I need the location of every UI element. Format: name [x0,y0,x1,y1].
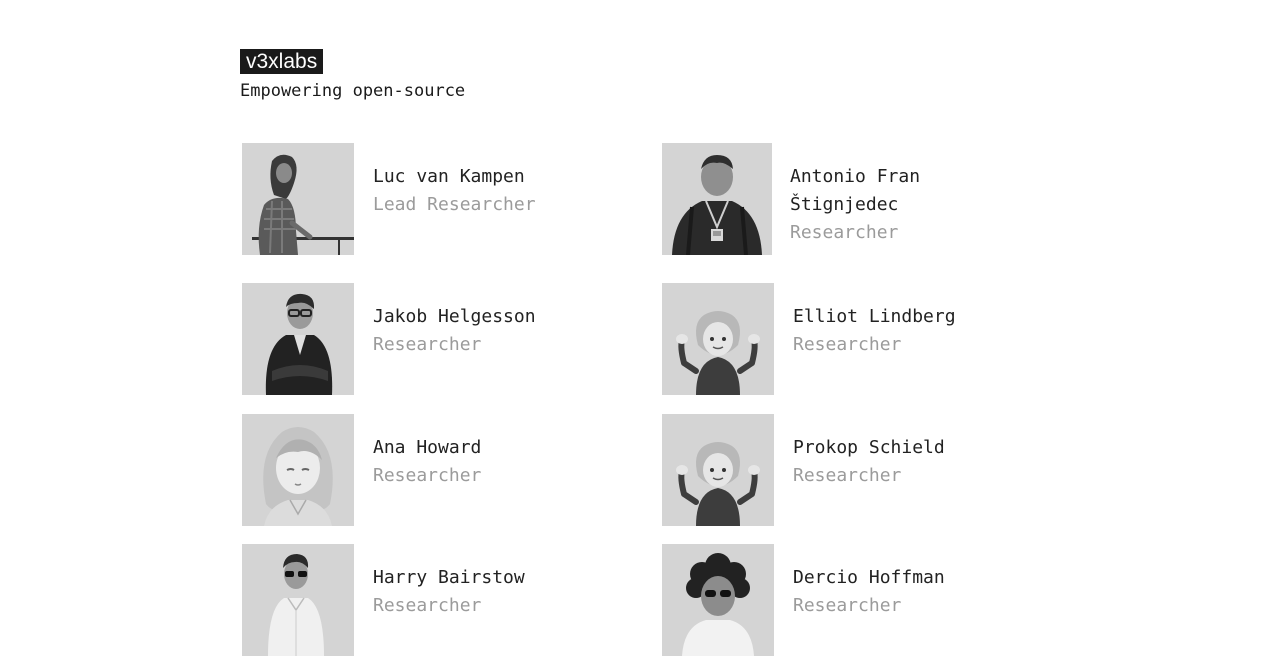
member-role: Researcher [790,222,899,243]
member-photo [242,283,354,395]
member-photo [242,414,354,526]
member-role: Researcher [373,465,482,486]
member-photo [662,143,772,255]
brand-logo[interactable]: v3xlabs [240,49,324,74]
member-role: Lead Researcher [373,194,536,215]
member-role: Researcher [373,595,482,616]
member-name: Prokop Schield [793,437,945,458]
member-name: Jakob Helgesson [373,306,536,327]
member-photo [242,143,354,255]
member-name: Harry Bairstow [373,567,525,588]
member-photo [662,283,774,395]
member-role: Researcher [793,595,902,616]
member-name: Antonio Fran Štignjedec [790,166,921,215]
tagline: Empowering open-source [240,81,466,101]
member-photo [662,414,774,526]
member-photo [662,544,774,656]
member-name: Ana Howard [373,437,482,458]
member-role: Researcher [793,334,902,355]
member-role: Researcher [373,334,482,355]
member-photo [242,544,354,656]
member-role: Researcher [793,465,902,486]
member-name: Elliot Lindberg [793,306,956,327]
member-name: Dercio Hoffman [793,567,945,588]
member-name: Luc van Kampen [373,166,525,187]
